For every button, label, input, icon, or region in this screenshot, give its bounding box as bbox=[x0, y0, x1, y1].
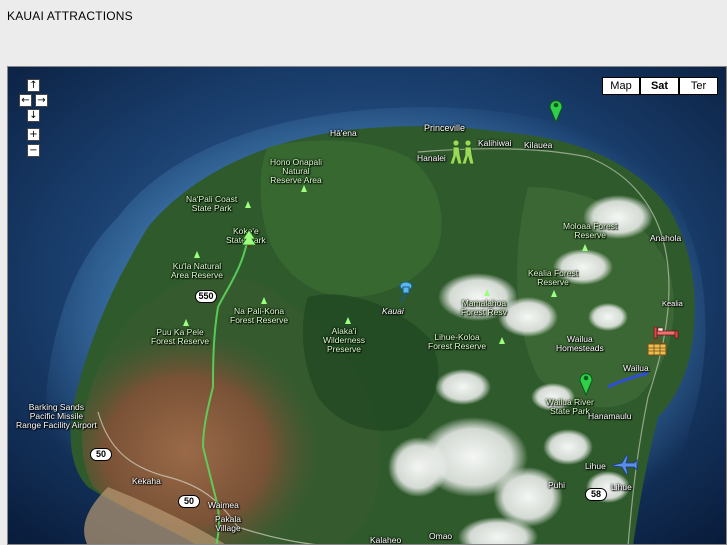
label-hono-onapali: Hono Onapali Natural Reserve Area bbox=[270, 157, 322, 185]
label-kalihiwai: Kalihiwai bbox=[478, 138, 512, 148]
label-barking-sands-airport: Barking Sands Pacific Missile Range Faci… bbox=[16, 402, 97, 430]
label-wailua-river-state-park: Wailua River State Park bbox=[546, 397, 594, 416]
label-hanalei: Hanalei bbox=[417, 153, 446, 163]
label-princeville: Princeville bbox=[424, 123, 466, 133]
label-lihue-airport: Lihue bbox=[611, 482, 632, 492]
park-tree-icon bbox=[499, 337, 505, 344]
maptype-ter-button[interactable]: Ter bbox=[679, 77, 718, 95]
park-tree-icon bbox=[484, 289, 490, 296]
route-550-shield: 550 bbox=[195, 290, 217, 303]
park-tree-icon bbox=[194, 251, 200, 258]
label-kauai: Kauai bbox=[382, 306, 404, 316]
label-lihue-koloa-forest-reserve: Lihue-Koloa Forest Reserve bbox=[428, 332, 487, 351]
route-50-shield-south: 50 bbox=[178, 495, 200, 508]
picnic-basket-icon[interactable] bbox=[646, 337, 668, 357]
label-waimea: Waimea bbox=[208, 500, 239, 510]
pan-up-button[interactable]: ↑ bbox=[27, 79, 40, 92]
park-tree-icon bbox=[551, 290, 557, 297]
park-tree-icon bbox=[582, 244, 588, 251]
hiker-icon[interactable] bbox=[448, 139, 478, 165]
label-kekaha: Kekaha bbox=[132, 476, 161, 486]
label-wailua-homesteads: Wailua Homesteads bbox=[556, 334, 604, 353]
blue-pushpin-marker[interactable] bbox=[394, 281, 414, 303]
label-kilauea: Kilauea bbox=[524, 140, 553, 150]
label-napali-coast-state-park: Na'Pali Coast State Park bbox=[186, 194, 238, 213]
page-title: KAUAI ATTRACTIONS bbox=[7, 9, 133, 23]
label-moloaa-forest-reserve: Moloaa Forest Reserve bbox=[563, 221, 618, 240]
route-58-shield: 58 bbox=[585, 488, 607, 501]
pan-down-button[interactable]: ↓ bbox=[27, 109, 40, 122]
park-tree-icon[interactable] bbox=[240, 229, 258, 249]
label-mamalahoa-forest-resv: Mamalahoa Forest Resv bbox=[461, 298, 507, 317]
green-location-marker[interactable] bbox=[578, 370, 594, 396]
maptype-map-button[interactable]: Map bbox=[602, 77, 640, 95]
label-puu-ka-pele-forest-reserve: Puu Ka Pele Forest Reserve bbox=[151, 327, 210, 346]
green-location-marker[interactable] bbox=[548, 97, 564, 123]
label-puhi: Puhi bbox=[548, 480, 566, 490]
lodging-bed-icon[interactable] bbox=[653, 325, 679, 339]
pan-zoom-control: ↑ ← → ↓ + − bbox=[8, 67, 68, 177]
label-wailua: Wailua bbox=[623, 363, 649, 373]
label-kealia: Kealia bbox=[662, 299, 683, 308]
label-anahola: Anahola bbox=[650, 233, 682, 243]
label-haena: Hā'ena bbox=[330, 128, 357, 138]
park-tree-icon bbox=[301, 185, 307, 192]
park-tree-icon bbox=[261, 297, 267, 304]
park-tree-icon bbox=[345, 317, 351, 324]
zoom-out-button[interactable]: − bbox=[27, 144, 40, 157]
label-pakala-village: Pakala Village bbox=[215, 514, 241, 533]
label-omao: Omao bbox=[429, 531, 453, 541]
pan-right-button[interactable]: → bbox=[35, 94, 48, 107]
label-kealia-forest-reserve: Kealia Forest Reserve bbox=[528, 268, 579, 287]
airplane-icon[interactable] bbox=[612, 455, 638, 475]
label-hanamaulu: Hanamaulu bbox=[588, 411, 632, 421]
zoom-in-button[interactable]: + bbox=[27, 128, 40, 141]
park-tree-icon bbox=[183, 319, 189, 326]
pan-left-button[interactable]: ← bbox=[19, 94, 32, 107]
label-kalaheo: Kalaheo bbox=[370, 535, 402, 545]
label-lihue-town: Lihue bbox=[585, 461, 606, 471]
satellite-map[interactable]: ↑ ← → ↓ + − Map Sat Ter Hā'ena Princevil… bbox=[7, 66, 727, 545]
label-alakai-wilderness-preserve: Alaka'i Wilderness Preserve bbox=[323, 326, 366, 354]
maptype-sat-button[interactable]: Sat bbox=[640, 77, 679, 95]
label-kula-natural-area: Ku'la Natural Area Reserve bbox=[171, 261, 223, 280]
park-tree-icon bbox=[245, 201, 251, 208]
label-napali-kona-forest-reserve: Na Pali-Kona Forest Reserve bbox=[230, 306, 289, 325]
route-50-shield: 50 bbox=[90, 448, 112, 461]
